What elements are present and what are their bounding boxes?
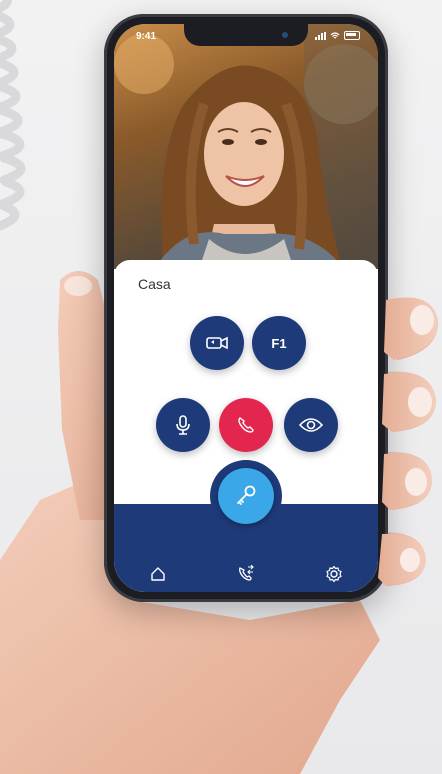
battery-icon (344, 31, 360, 40)
home-icon (151, 567, 165, 581)
smartphone: 9:41 Casa F1 (104, 14, 388, 602)
hangup-button[interactable] (219, 398, 273, 452)
key-icon (237, 485, 256, 505)
nav-settings-button[interactable] (324, 564, 344, 584)
signal-icon (315, 31, 326, 40)
video-feed (114, 24, 378, 269)
microphone-button[interactable] (156, 398, 210, 452)
status-time: 9:41 (136, 31, 157, 42)
f1-button[interactable]: F1 (252, 316, 306, 370)
eye-icon (299, 418, 323, 432)
visitor-video-image (114, 24, 378, 269)
fingers-image (378, 297, 439, 586)
phone-calls-icon (239, 565, 254, 581)
phone-notch (184, 24, 308, 46)
phone-screen: 9:41 Casa F1 (114, 24, 378, 592)
nav-home-button[interactable] (148, 564, 168, 584)
view-camera-button[interactable] (284, 398, 338, 452)
microphone-icon (176, 415, 190, 435)
f1-label: F1 (271, 335, 287, 351)
wifi-icon (330, 31, 340, 38)
gear-icon (326, 565, 342, 583)
switch-camera-icon (206, 336, 228, 350)
phone-hangup-icon (238, 417, 254, 433)
panel-title: Casa (138, 276, 171, 292)
front-camera (282, 32, 288, 38)
switch-camera-button[interactable] (190, 316, 244, 370)
open-door-button[interactable] (218, 468, 274, 524)
status-icons (315, 31, 360, 40)
nav-calls-button[interactable] (236, 564, 256, 584)
